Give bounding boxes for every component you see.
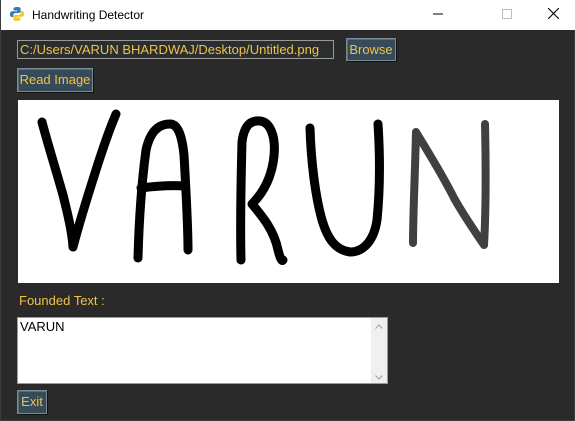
- file-path-input[interactable]: C:/Users/VARUN BHARDWAJ/Desktop/Untitled…: [17, 40, 334, 59]
- minimize-button[interactable]: [415, 0, 461, 30]
- python-feather-icon: [9, 6, 25, 22]
- read-image-button[interactable]: Read Image: [17, 68, 93, 92]
- chevron-up-icon: [375, 316, 383, 334]
- result-textbox[interactable]: VARUN: [17, 317, 388, 384]
- vertical-scrollbar[interactable]: [371, 318, 387, 383]
- app-window: Handwriting Detector C:/Users/VARUN BHAR…: [0, 0, 575, 421]
- close-icon: [547, 6, 559, 24]
- chevron-down-icon: [375, 367, 383, 385]
- close-button[interactable]: [530, 0, 575, 30]
- browse-button[interactable]: Browse: [346, 38, 396, 61]
- handwritten-varun-image: [37, 109, 490, 265]
- exit-button[interactable]: Exit: [17, 390, 47, 414]
- maximize-button[interactable]: [484, 0, 530, 30]
- scroll-down-button[interactable]: [371, 369, 387, 383]
- minimize-icon: [433, 6, 443, 24]
- title-bar[interactable]: Handwriting Detector: [1, 0, 575, 30]
- founded-text-label: Founded Text :: [19, 293, 105, 308]
- window-title: Handwriting Detector: [32, 8, 145, 22]
- result-text[interactable]: VARUN: [20, 319, 65, 334]
- maximize-icon: [502, 6, 512, 24]
- image-preview: [18, 100, 559, 283]
- scroll-up-button[interactable]: [371, 318, 387, 332]
